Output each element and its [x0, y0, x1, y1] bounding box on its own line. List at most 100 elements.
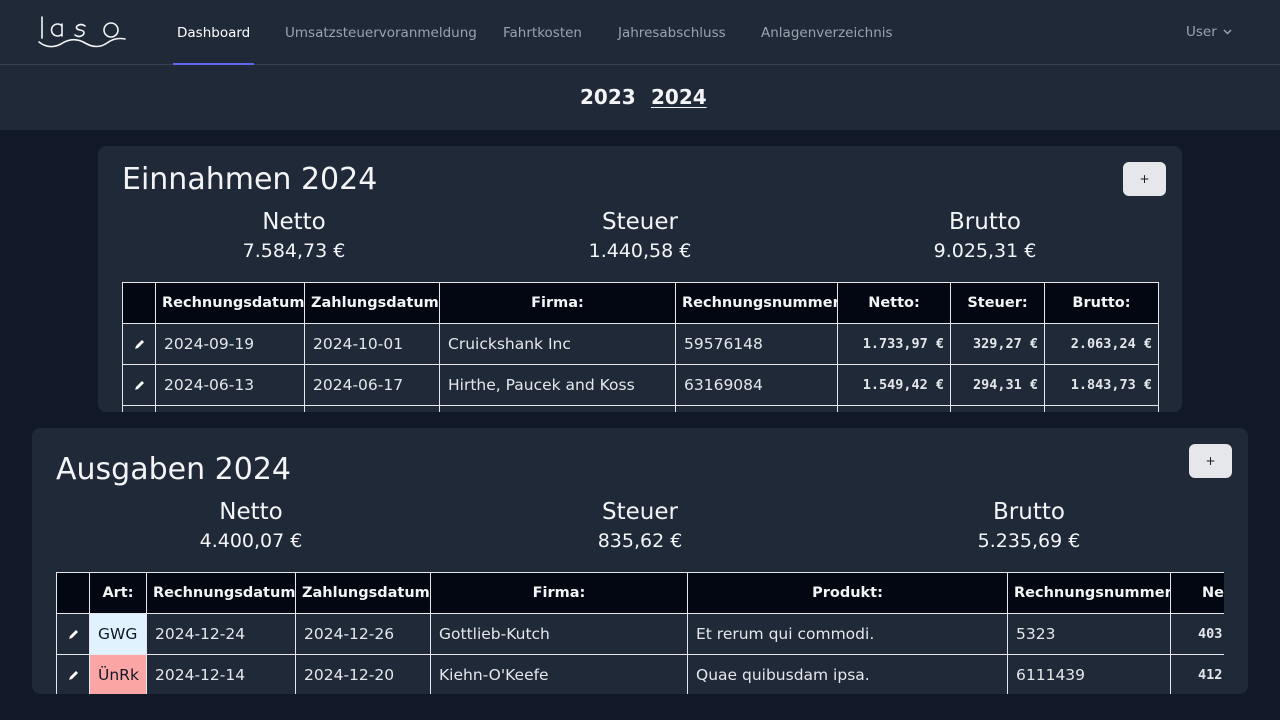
nav-dashboard[interactable]: Dashboard — [172, 0, 255, 65]
cell-netto: 1.549,42 € — [837, 364, 951, 406]
cell-art: ÜnRk — [89, 654, 147, 694]
cell-rechnungsdatum — [155, 405, 305, 412]
income-brutto-label: Brutto — [949, 209, 1021, 235]
cell-firma — [439, 405, 676, 412]
cell-zahlungsdatum: 2024-06-17 — [304, 364, 440, 406]
edit-cell[interactable] — [122, 323, 156, 365]
cell-zahlungsdatum: 2024-10-01 — [304, 323, 440, 365]
col-rechnungsdatum: Rechnungsdatum: — [155, 282, 305, 324]
cell-rechnungsnummer: 5323 — [1007, 613, 1171, 655]
expenses-netto-summary: Netto 4.400,07 € — [101, 498, 401, 556]
edit-cell[interactable] — [56, 613, 90, 655]
pencil-icon[interactable] — [133, 379, 146, 392]
cell-firma: Cruickshank Inc — [439, 323, 676, 365]
cell-rechnungsnummer: 59576148 — [675, 323, 838, 365]
nav-anlagenverzeichnis[interactable]: Anlagenverzeichnis — [761, 0, 893, 65]
cell-steuer: 329,27 € — [950, 323, 1045, 365]
col-steuer: Steuer: — [950, 282, 1045, 324]
cell-firma: Hirthe, Paucek and Koss — [439, 364, 676, 406]
user-menu[interactable]: User — [1186, 0, 1232, 65]
table-row: ÜnRk 2024-12-14 2024-12-20 Kiehn-O'Keefe… — [56, 654, 1224, 694]
cell-rechnungsdatum: 2024-09-19 — [155, 323, 305, 365]
income-netto-label: Netto — [262, 209, 326, 235]
cell-netto: 1.733,97 € — [837, 323, 951, 365]
year-selector: 2023 2024 — [0, 65, 1280, 130]
table-row — [122, 405, 1159, 412]
cell-brutto — [1044, 405, 1159, 412]
cell-produkt: Et rerum qui commodi. — [687, 613, 1008, 655]
col-netto: Netto: — [837, 282, 951, 324]
expenses-table: Art: Rechnungsdatum: Zahlungsdatum: Firm… — [56, 572, 1224, 694]
top-navbar: Dashboard Umsatzsteuervoranmeldung Fahrt… — [0, 0, 1280, 65]
income-card: Einnahmen 2024 + Netto 7.584,73 € Steuer… — [98, 146, 1182, 412]
col-art: Art: — [89, 572, 147, 614]
expenses-steuer-label: Steuer — [602, 499, 678, 525]
year-2024[interactable]: 2024 — [651, 85, 707, 109]
pencil-icon[interactable] — [67, 628, 80, 641]
income-steuer-label: Steuer — [602, 209, 678, 235]
expenses-table-scroll[interactable]: Art: Rechnungsdatum: Zahlungsdatum: Firm… — [56, 572, 1224, 694]
edit-cell[interactable] — [56, 654, 90, 694]
col-rechnungsdatum: Rechnungsdatum: — [146, 572, 296, 614]
table-row: GWG 2024-12-24 2024-12-26 Gottlieb-Kutch… — [56, 613, 1224, 655]
cell-produkt: Quae quibusdam ipsa. — [687, 654, 1008, 694]
user-menu-label: User — [1186, 24, 1217, 40]
edit-cell[interactable] — [122, 364, 156, 406]
expenses-steuer-value: 835,62 € — [597, 530, 683, 552]
col-firma: Firma: — [439, 282, 676, 324]
income-brutto-summary: Brutto 9.025,31 € — [835, 208, 1135, 266]
col-rechnungsnummer: Rechnungsnummer: — [675, 282, 838, 324]
cell-brutto: 2.063,24 € — [1044, 323, 1159, 365]
income-brutto-value: 9.025,31 € — [933, 240, 1037, 262]
table-row: 2024-09-19 2024-10-01 Cruickshank Inc 59… — [122, 323, 1159, 365]
nav-fahrtkosten[interactable]: Fahrtkosten — [503, 0, 582, 65]
cell-firma: Gottlieb-Kutch — [430, 613, 688, 655]
income-title: Einnahmen 2024 — [122, 162, 378, 197]
laso-logo[interactable] — [38, 14, 128, 50]
income-steuer-value: 1.440,58 € — [588, 240, 692, 262]
nav-jahresabschluss[interactable]: Jahresabschluss — [618, 0, 726, 65]
cell-zahlungsdatum: 2024-12-26 — [295, 613, 431, 655]
cell-rechnungsdatum: 2024-12-24 — [146, 613, 296, 655]
expenses-netto-label: Netto — [219, 499, 283, 525]
pencil-icon[interactable] — [67, 669, 80, 682]
cell-rechnungsnummer: 6111439 — [1007, 654, 1171, 694]
expenses-netto-value: 4.400,07 € — [199, 530, 303, 552]
col-rechnungsnummer: Rechnungsnummer: — [1007, 572, 1171, 614]
cell-rechnungsdatum: 2024-06-13 — [155, 364, 305, 406]
cell-netto: 403 — [1170, 613, 1224, 655]
cell-rechnungsdatum: 2024-12-14 — [146, 654, 296, 694]
expenses-title: Ausgaben 2024 — [56, 452, 291, 487]
expenses-table-header: Art: Rechnungsdatum: Zahlungsdatum: Firm… — [56, 572, 1224, 614]
col-brutto: Brutto: — [1044, 282, 1159, 324]
income-steuer-summary: Steuer 1.440,58 € — [490, 208, 790, 266]
edit-cell[interactable] — [122, 405, 156, 412]
expenses-brutto-value: 5.235,69 € — [977, 530, 1081, 552]
cell-rechnungsnummer: 63169084 — [675, 364, 838, 406]
cell-steuer: 294,31 € — [950, 364, 1045, 406]
expenses-brutto-label: Brutto — [993, 499, 1065, 525]
cell-steuer — [950, 405, 1045, 412]
income-table: Rechnungsdatum: Zahlungsdatum: Firma: Re… — [122, 282, 1159, 412]
expenses-card: Ausgaben 2024 + Netto 4.400,07 € Steuer … — [32, 428, 1248, 694]
cell-firma: Kiehn-O'Keefe — [430, 654, 688, 694]
cell-rechnungsnummer — [675, 405, 838, 412]
pencil-icon[interactable] — [133, 338, 146, 351]
chevron-down-icon — [1223, 29, 1232, 35]
cell-zahlungsdatum: 2024-12-20 — [295, 654, 431, 694]
col-zahlungsdatum: Zahlungsdatum: — [304, 282, 440, 324]
year-2023[interactable]: 2023 — [580, 85, 636, 109]
add-income-button[interactable]: + — [1123, 162, 1166, 196]
income-netto-summary: Netto 7.584,73 € — [144, 208, 444, 266]
cell-netto — [837, 405, 951, 412]
add-expense-button[interactable]: + — [1189, 444, 1232, 478]
table-row: 2024-06-13 2024-06-17 Hirthe, Paucek and… — [122, 364, 1159, 406]
expenses-brutto-summary: Brutto 5.235,69 € — [879, 498, 1179, 556]
nav-umsatzsteuervoranmeldung[interactable]: Umsatzsteuervoranmeldung — [285, 0, 477, 65]
cell-brutto: 1.843,73 € — [1044, 364, 1159, 406]
col-edit — [122, 282, 156, 324]
income-table-header: Rechnungsdatum: Zahlungsdatum: Firma: Re… — [122, 282, 1159, 324]
col-firma: Firma: — [430, 572, 688, 614]
cell-zahlungsdatum — [304, 405, 440, 412]
col-edit — [56, 572, 90, 614]
